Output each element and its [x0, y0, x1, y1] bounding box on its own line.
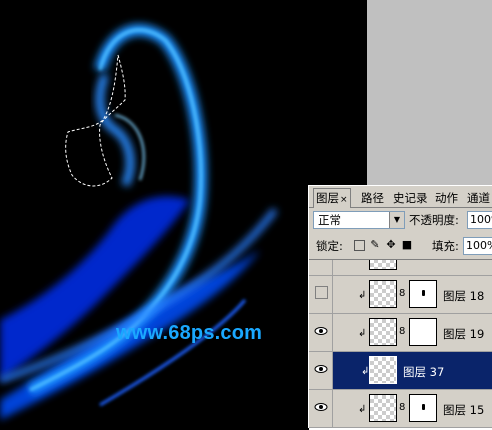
fill-input[interactable]: 100%: [463, 237, 492, 255]
layer-row[interactable]: [309, 260, 492, 276]
lock-row: 锁定: ✎ ✥ ■ 填充: 100%: [313, 237, 492, 255]
layer-list: ↲ 8 图层 18 ↲ 8 图层 19 ↲ 图层 37 ↲ 8 图层 15: [309, 259, 492, 430]
link-chain-icon[interactable]: 8: [399, 326, 405, 337]
eye-icon: [314, 403, 328, 411]
layers-panel: 图层× 路径 史记录 动作 通道 正常 ▼ 不透明度: 100% 锁定: ✎ ✥…: [308, 185, 492, 430]
layer-row[interactable]: ↲ 8 图层 19: [309, 314, 492, 352]
clipping-arrow-icon: ↲: [358, 290, 367, 301]
layer-row-selected[interactable]: ↲ 图层 37: [309, 352, 492, 390]
layer-name: 图层 37: [403, 365, 445, 379]
link-chain-icon[interactable]: 8: [399, 402, 405, 413]
clipping-arrow-icon: ↲: [358, 404, 367, 415]
layer-row[interactable]: ↲ 8 图层 15: [309, 390, 492, 428]
panel-tabs: 图层× 路径 史记录 动作 通道: [309, 188, 492, 208]
fill-label: 填充:: [432, 239, 459, 253]
eye-icon: [314, 365, 328, 373]
layer-mask-thumbnail[interactable]: [409, 394, 437, 422]
layer-thumbnail: [369, 356, 397, 384]
layer-thumbnail: [369, 280, 397, 308]
lock-position-move-icon[interactable]: ✥: [385, 239, 397, 251]
visibility-toggle[interactable]: [309, 390, 333, 427]
hidden-visibility-box: [315, 286, 328, 299]
close-icon[interactable]: ×: [340, 195, 348, 205]
blend-mode-value: 正常: [318, 213, 341, 227]
lock-transparency-icon[interactable]: [354, 240, 365, 251]
tab-paths[interactable]: 路径: [359, 189, 386, 207]
watermark-text: www.68ps.com: [116, 322, 263, 344]
tab-actions[interactable]: 动作: [433, 189, 460, 207]
visibility-toggle[interactable]: [309, 352, 333, 389]
layer-row[interactable]: ↲ 8 图层 18: [309, 276, 492, 314]
dropdown-arrow-icon[interactable]: ▼: [389, 212, 404, 228]
clipping-arrow-icon: ↲: [358, 328, 367, 339]
layer-thumbnail: [369, 260, 397, 270]
blend-row: 正常 ▼ 不透明度: 100%: [313, 211, 492, 231]
tab-history[interactable]: 史记录: [391, 189, 430, 207]
eye-icon: [314, 327, 328, 335]
layer-name: 图层 19: [443, 327, 485, 341]
layer-name: 图层 15: [443, 403, 485, 417]
visibility-toggle[interactable]: [309, 276, 333, 313]
layer-mask-thumbnail[interactable]: [409, 280, 437, 308]
lock-label: 锁定:: [316, 239, 343, 253]
tab-channels[interactable]: 通道: [465, 189, 492, 207]
tab-layers[interactable]: 图层×: [313, 188, 351, 208]
blend-mode-select[interactable]: 正常 ▼: [313, 211, 405, 229]
opacity-label: 不透明度:: [409, 213, 459, 227]
visibility-toggle[interactable]: [309, 314, 333, 351]
lock-pixels-brush-icon[interactable]: ✎: [369, 239, 381, 251]
layer-thumbnail: [369, 318, 397, 346]
layer-name: 图层 18: [443, 289, 485, 303]
layer-thumbnail: [369, 394, 397, 422]
visibility-toggle[interactable]: [309, 260, 333, 275]
link-chain-icon[interactable]: 8: [399, 288, 405, 299]
layer-mask-thumbnail[interactable]: [409, 318, 437, 346]
workspace-background: [367, 0, 492, 185]
lock-all-icon[interactable]: ■: [401, 239, 413, 251]
tab-layers-label: 图层: [316, 191, 339, 205]
opacity-input[interactable]: 100%: [467, 211, 492, 229]
